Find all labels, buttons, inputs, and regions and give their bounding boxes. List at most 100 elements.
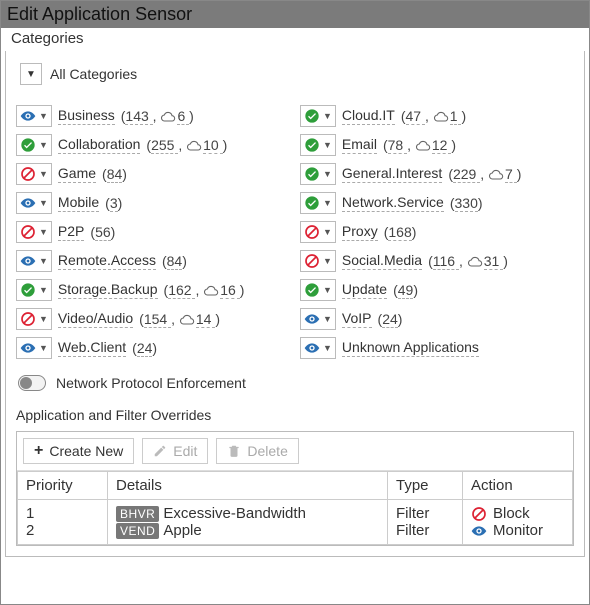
category-count: 56 bbox=[95, 224, 111, 241]
category-counts[interactable]: (84) bbox=[102, 166, 127, 182]
chevron-down-icon: ▼ bbox=[323, 314, 332, 324]
category-counts[interactable]: (84) bbox=[162, 253, 187, 269]
category-action-dropdown[interactable]: ▼ bbox=[300, 337, 336, 359]
category-action-dropdown[interactable]: ▼ bbox=[16, 308, 52, 330]
monitor-icon bbox=[20, 195, 36, 211]
category-count: 330 bbox=[455, 195, 478, 212]
category-action-dropdown[interactable]: ▼ bbox=[300, 279, 336, 301]
col-action[interactable]: Action bbox=[463, 472, 573, 500]
category-counts[interactable]: (255 , 10 ) bbox=[146, 137, 227, 153]
category-action-dropdown[interactable]: ▼ bbox=[300, 192, 336, 214]
category-counts[interactable]: (162 , 16 ) bbox=[164, 282, 245, 298]
category-action-dropdown[interactable]: ▼ bbox=[16, 250, 52, 272]
category-name[interactable]: Proxy bbox=[342, 223, 378, 241]
category-counts[interactable]: (49) bbox=[393, 282, 418, 298]
chevron-down-icon: ▼ bbox=[39, 227, 48, 237]
category-name[interactable]: VoIP bbox=[342, 310, 372, 328]
category-cloud-count: 6 bbox=[177, 108, 189, 125]
overrides-box: + Create New Edit Delete Priority Detail… bbox=[16, 431, 574, 546]
category-name[interactable]: Update bbox=[342, 281, 387, 299]
category-count: 3 bbox=[110, 195, 118, 212]
category-counts[interactable]: (47 , 1 ) bbox=[401, 108, 466, 124]
allow-icon bbox=[304, 166, 320, 182]
category-name[interactable]: Social.Media bbox=[342, 252, 422, 270]
category-count: 168 bbox=[388, 224, 411, 241]
category-row: ▼ Proxy (168) bbox=[300, 221, 574, 243]
monitor-icon bbox=[304, 340, 320, 356]
chevron-down-icon: ▼ bbox=[323, 169, 332, 179]
category-action-dropdown[interactable]: ▼ bbox=[300, 250, 336, 272]
chevron-down-icon: ▼ bbox=[323, 111, 332, 121]
category-count: 84 bbox=[107, 166, 123, 183]
details-value: VENDApple bbox=[116, 522, 379, 539]
category-name[interactable]: P2P bbox=[58, 223, 84, 241]
category-count: 47 bbox=[406, 108, 425, 125]
category-action-dropdown[interactable]: ▼ bbox=[16, 221, 52, 243]
block-icon bbox=[20, 311, 36, 327]
category-row: ▼ Update (49) bbox=[300, 279, 574, 301]
category-row: ▼ P2P (56) bbox=[16, 221, 290, 243]
category-counts[interactable]: (168) bbox=[384, 224, 417, 240]
category-counts[interactable]: (116 , 31 ) bbox=[428, 253, 508, 269]
category-name[interactable]: General.Interest bbox=[342, 165, 442, 183]
category-action-dropdown[interactable]: ▼ bbox=[300, 221, 336, 243]
category-counts[interactable]: (24) bbox=[132, 340, 157, 356]
category-count: 116 bbox=[433, 253, 459, 270]
chevron-down-icon: ▼ bbox=[39, 314, 48, 324]
delete-button[interactable]: Delete bbox=[216, 438, 298, 464]
action-value: Block bbox=[471, 505, 564, 522]
category-name[interactable]: Email bbox=[342, 136, 377, 154]
category-row: ▼ Video/Audio (154 , 14 ) bbox=[16, 308, 290, 330]
chevron-down-icon: ▼ bbox=[26, 69, 36, 80]
category-action-dropdown[interactable]: ▼ bbox=[300, 105, 336, 127]
category-count: 84 bbox=[167, 253, 183, 270]
category-counts[interactable]: (229 , 7 ) bbox=[448, 166, 521, 182]
col-type[interactable]: Type bbox=[388, 472, 463, 500]
npe-label: Network Protocol Enforcement bbox=[56, 375, 246, 391]
category-action-dropdown[interactable]: ▼ bbox=[300, 134, 336, 156]
category-name[interactable]: Business bbox=[58, 107, 115, 125]
category-count: 154 bbox=[144, 311, 171, 328]
chevron-down-icon: ▼ bbox=[39, 198, 48, 208]
category-action-dropdown[interactable]: ▼ bbox=[16, 337, 52, 359]
col-details[interactable]: Details bbox=[108, 472, 388, 500]
category-name[interactable]: Storage.Backup bbox=[58, 281, 158, 299]
edit-button[interactable]: Edit bbox=[142, 438, 208, 464]
create-new-button[interactable]: + Create New bbox=[23, 438, 134, 464]
category-counts[interactable]: (154 , 14 ) bbox=[139, 311, 220, 327]
category-name[interactable]: Video/Audio bbox=[58, 310, 133, 328]
category-name[interactable]: Network.Service bbox=[342, 194, 444, 212]
priority-value: 1 bbox=[26, 505, 99, 522]
category-row: ▼ Mobile (3) bbox=[16, 192, 290, 214]
category-name[interactable]: Remote.Access bbox=[58, 252, 156, 270]
category-counts[interactable]: (24) bbox=[378, 311, 403, 327]
category-action-dropdown[interactable]: ▼ bbox=[16, 134, 52, 156]
category-action-dropdown[interactable]: ▼ bbox=[300, 308, 336, 330]
category-name[interactable]: Collaboration bbox=[58, 136, 141, 154]
category-name[interactable]: Cloud.IT bbox=[342, 107, 395, 125]
category-counts[interactable]: (78 , 12 ) bbox=[383, 137, 456, 153]
npe-toggle[interactable] bbox=[18, 375, 46, 391]
category-action-dropdown[interactable]: ▼ bbox=[16, 163, 52, 185]
category-action-dropdown[interactable]: ▼ bbox=[16, 105, 52, 127]
category-name[interactable]: Mobile bbox=[58, 194, 99, 212]
category-counts[interactable]: (143 , 6 ) bbox=[121, 108, 194, 124]
category-counts[interactable]: (56) bbox=[90, 224, 115, 240]
category-row: ▼ VoIP (24) bbox=[300, 308, 574, 330]
overrides-heading: Application and Filter Overrides bbox=[16, 407, 574, 423]
category-action-dropdown[interactable]: ▼ bbox=[16, 192, 52, 214]
category-name[interactable]: Game bbox=[58, 165, 96, 183]
category-name[interactable]: Web.Client bbox=[58, 339, 126, 357]
col-priority[interactable]: Priority bbox=[18, 472, 108, 500]
category-counts[interactable]: (3) bbox=[105, 195, 122, 211]
details-cell: BHVRExcessive-BandwidthVENDApple bbox=[108, 500, 388, 545]
all-categories-dropdown[interactable]: ▼ bbox=[20, 63, 42, 85]
category-action-dropdown[interactable]: ▼ bbox=[300, 163, 336, 185]
category-name[interactable]: Unknown Applications bbox=[342, 339, 479, 357]
category-counts[interactable]: (330) bbox=[450, 195, 483, 211]
block-icon bbox=[20, 166, 36, 182]
detail-tag: BHVR bbox=[116, 506, 159, 522]
category-row: ▼ General.Interest (229 , 7 ) bbox=[300, 163, 574, 185]
create-new-label: Create New bbox=[49, 443, 123, 459]
category-action-dropdown[interactable]: ▼ bbox=[16, 279, 52, 301]
